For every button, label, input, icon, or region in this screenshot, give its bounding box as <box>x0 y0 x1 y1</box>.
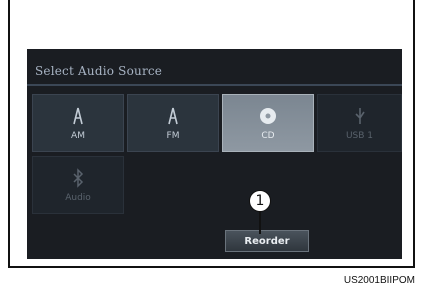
source-tile-usb1[interactable]: USB 1 <box>317 94 402 152</box>
title-divider <box>27 84 402 86</box>
screen-title: Select Audio Source <box>35 64 163 78</box>
bluetooth-icon <box>67 167 89 189</box>
antenna-icon <box>67 105 89 127</box>
disc-icon <box>257 105 279 127</box>
source-label-cd: CD <box>261 131 275 141</box>
source-label-usb1: USB 1 <box>345 131 374 141</box>
source-tile-am[interactable]: AM <box>32 94 124 152</box>
source-label-fm: FM <box>166 131 180 141</box>
figure-code: US2001BIIPOM <box>343 275 415 286</box>
source-label-bt-audio: Audio <box>65 193 91 203</box>
usb-icon <box>349 105 371 127</box>
source-label-am: AM <box>71 131 85 141</box>
callout-marker: 1 <box>249 190 271 212</box>
reorder-button[interactable]: Reorder <box>225 230 309 252</box>
source-tile-bt-audio[interactable]: Audio <box>32 156 124 214</box>
audio-source-screen: Select Audio Source AM FM CD USB 1 Audio… <box>27 49 402 259</box>
callout-leader-line <box>259 212 261 234</box>
source-tile-cd[interactable]: CD <box>222 94 314 152</box>
source-tile-fm[interactable]: FM <box>127 94 219 152</box>
source-grid: AM FM CD USB 1 Audio <box>32 94 402 254</box>
antenna-icon <box>162 105 184 127</box>
